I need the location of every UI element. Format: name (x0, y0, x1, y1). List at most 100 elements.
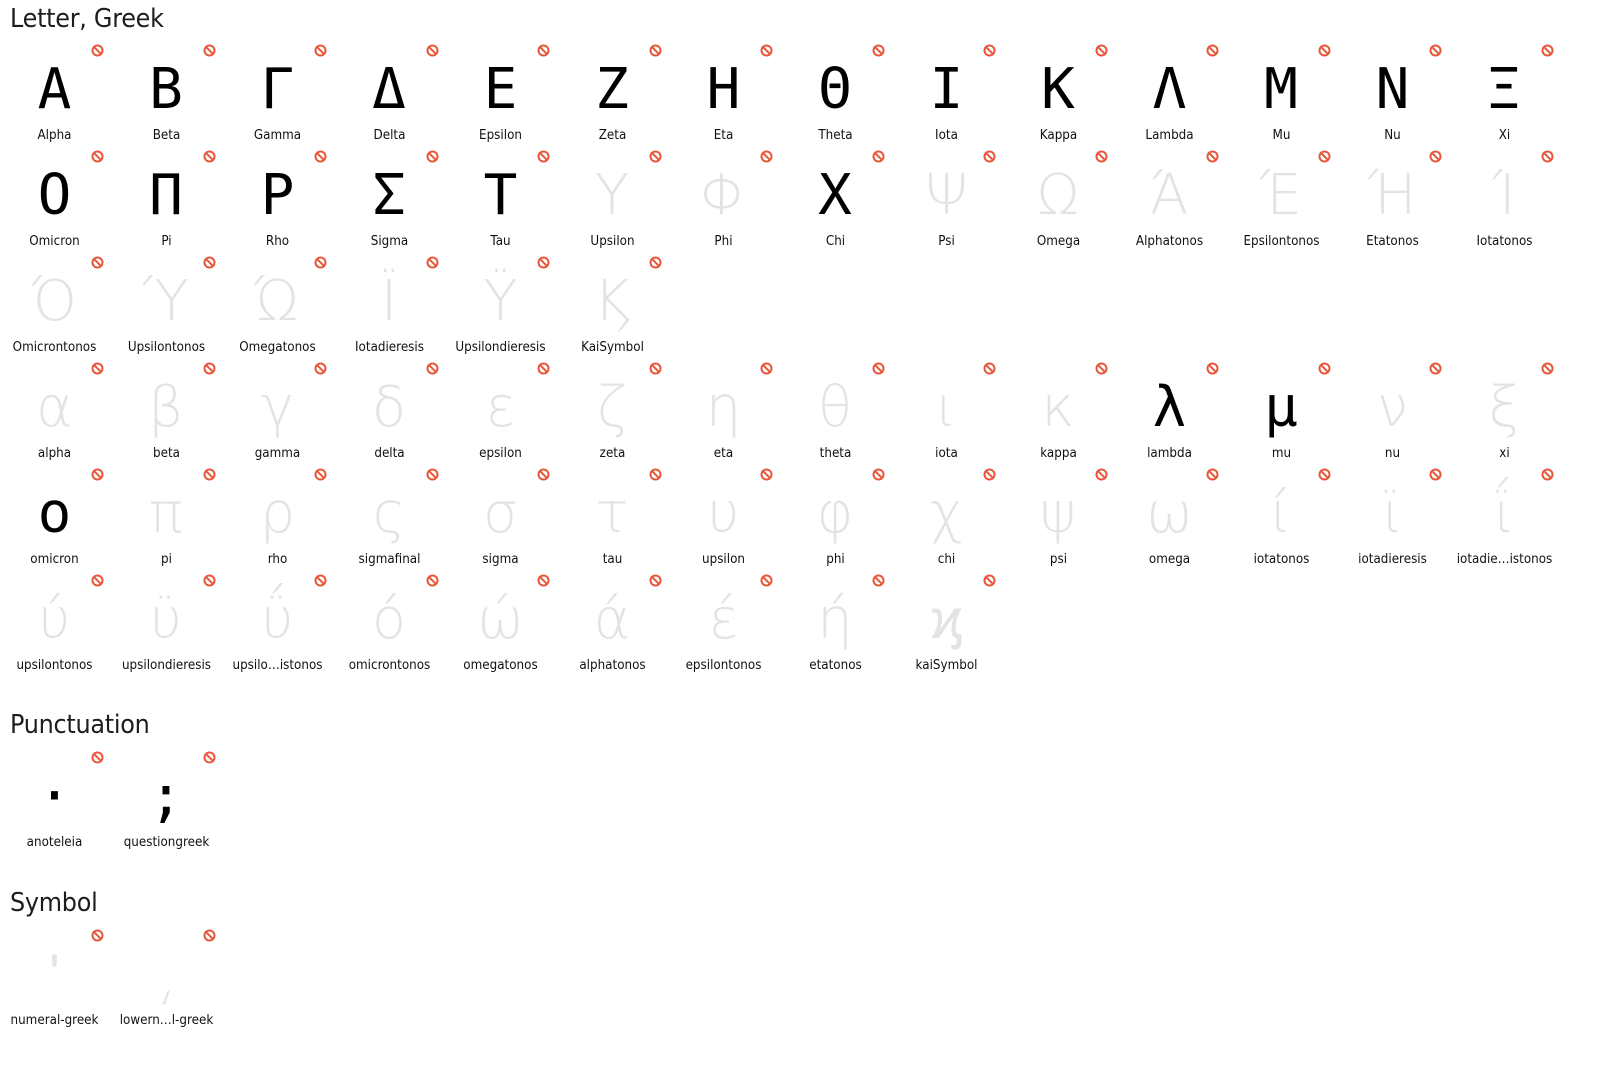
glyph-cell[interactable]: ψ psi (1004, 468, 1116, 574)
no-entry-icon[interactable] (1541, 468, 1554, 481)
no-entry-icon[interactable] (537, 362, 550, 375)
no-entry-icon[interactable] (760, 150, 773, 163)
glyph-cell[interactable]: ι iota (892, 362, 1004, 468)
glyph-cell[interactable]: Α Alpha (0, 44, 112, 150)
no-entry-icon[interactable] (649, 256, 662, 269)
glyph-cell[interactable]: ζ zeta (558, 362, 670, 468)
no-entry-icon[interactable] (314, 44, 327, 57)
glyph-cell[interactable]: ώ omegatonos (446, 574, 558, 680)
no-entry-icon[interactable] (537, 150, 550, 163)
glyph-cell[interactable]: ε epsilon (446, 362, 558, 468)
no-entry-icon[interactable] (760, 44, 773, 57)
glyph-cell[interactable]: ξ xi (1450, 362, 1562, 468)
no-entry-icon[interactable] (314, 150, 327, 163)
no-entry-icon[interactable] (983, 150, 996, 163)
glyph-cell[interactable]: Ε Epsilon (446, 44, 558, 150)
glyph-cell[interactable]: β beta (112, 362, 224, 468)
no-entry-icon[interactable] (537, 44, 550, 57)
no-entry-icon[interactable] (872, 150, 885, 163)
glyph-cell[interactable]: Ώ Omegatonos (223, 256, 335, 362)
glyph-cell[interactable]: Ξ Xi (1450, 44, 1562, 150)
glyph-cell[interactable]: ω omega (1115, 468, 1227, 574)
glyph-cell[interactable]: Θ Theta (781, 44, 893, 150)
glyph-cell[interactable]: Ή Etatonos (1338, 150, 1450, 256)
no-entry-icon[interactable] (1429, 468, 1442, 481)
glyph-cell[interactable]: Ψ Psi (892, 150, 1004, 256)
no-entry-icon[interactable] (91, 751, 104, 764)
glyph-cell[interactable]: θ theta (781, 362, 893, 468)
no-entry-icon[interactable] (1429, 150, 1442, 163)
no-entry-icon[interactable] (203, 574, 216, 587)
no-entry-icon[interactable] (1206, 44, 1219, 57)
glyph-cell[interactable]: κ kappa (1004, 362, 1116, 468)
no-entry-icon[interactable] (649, 362, 662, 375)
glyph-cell[interactable]: Ν Nu (1338, 44, 1450, 150)
no-entry-icon[interactable] (872, 362, 885, 375)
glyph-cell[interactable]: Χ Chi (781, 150, 893, 256)
no-entry-icon[interactable] (91, 150, 104, 163)
glyph-cell[interactable]: Ί Iotatonos (1450, 150, 1562, 256)
glyph-cell[interactable]: Ω Omega (1004, 150, 1116, 256)
no-entry-icon[interactable] (203, 150, 216, 163)
no-entry-icon[interactable] (426, 44, 439, 57)
glyph-cell[interactable]: Ζ Zeta (558, 44, 670, 150)
glyph-cell[interactable]: Ο Omicron (0, 150, 112, 256)
glyph-cell[interactable]: χ chi (892, 468, 1004, 574)
glyph-cell[interactable]: Ό Omicrontonos (0, 256, 112, 362)
glyph-cell[interactable]: ς sigmafinal (335, 468, 447, 574)
glyph-cell[interactable]: μ mu (1227, 362, 1339, 468)
no-entry-icon[interactable] (314, 574, 327, 587)
glyph-cell[interactable]: Η Eta (669, 44, 781, 150)
no-entry-icon[interactable] (91, 256, 104, 269)
glyph-cell[interactable]: γ gamma (223, 362, 335, 468)
no-entry-icon[interactable] (91, 574, 104, 587)
no-entry-icon[interactable] (983, 44, 996, 57)
glyph-cell[interactable]: ρ rho (223, 468, 335, 574)
no-entry-icon[interactable] (1541, 362, 1554, 375)
no-entry-icon[interactable] (314, 468, 327, 481)
no-entry-icon[interactable] (426, 256, 439, 269)
no-entry-icon[interactable] (649, 468, 662, 481)
glyph-cell[interactable]: α alpha (0, 362, 112, 468)
no-entry-icon[interactable] (983, 362, 996, 375)
no-entry-icon[interactable] (203, 256, 216, 269)
glyph-cell[interactable]: Ι Iota (892, 44, 1004, 150)
glyph-cell[interactable]: ό omicrontonos (335, 574, 447, 680)
glyph-cell[interactable]: Λ Lambda (1115, 44, 1227, 150)
glyph-cell[interactable]: ΰ upsilo…istonos (223, 574, 335, 680)
glyph-cell[interactable]: ϊ iotadieresis (1338, 468, 1450, 574)
no-entry-icon[interactable] (1095, 468, 1108, 481)
glyph-cell[interactable]: π pi (112, 468, 224, 574)
glyph-cell[interactable]: ί iotatonos (1227, 468, 1339, 574)
no-entry-icon[interactable] (1541, 150, 1554, 163)
glyph-cell[interactable]: Έ Epsilontonos (1227, 150, 1339, 256)
no-entry-icon[interactable] (872, 468, 885, 481)
glyph-cell[interactable]: ϋ upsilondieresis (112, 574, 224, 680)
no-entry-icon[interactable] (872, 44, 885, 57)
no-entry-icon[interactable] (1318, 468, 1331, 481)
no-entry-icon[interactable] (537, 468, 550, 481)
glyph-cell[interactable]: Τ Tau (446, 150, 558, 256)
no-entry-icon[interactable] (649, 150, 662, 163)
no-entry-icon[interactable] (203, 929, 216, 942)
no-entry-icon[interactable] (426, 150, 439, 163)
glyph-cell[interactable]: Φ Phi (669, 150, 781, 256)
no-entry-icon[interactable] (203, 468, 216, 481)
glyph-cell[interactable]: τ tau (558, 468, 670, 574)
no-entry-icon[interactable] (91, 362, 104, 375)
glyph-cell[interactable]: ν nu (1338, 362, 1450, 468)
glyph-cell[interactable]: Μ Mu (1227, 44, 1339, 150)
glyph-cell[interactable]: ή etatonos (781, 574, 893, 680)
glyph-cell[interactable]: Ϋ Upsilondieresis (446, 256, 558, 362)
glyph-cell[interactable]: η eta (669, 362, 781, 468)
no-entry-icon[interactable] (1095, 44, 1108, 57)
no-entry-icon[interactable] (314, 256, 327, 269)
no-entry-icon[interactable] (91, 44, 104, 57)
no-entry-icon[interactable] (1318, 362, 1331, 375)
no-entry-icon[interactable] (649, 574, 662, 587)
no-entry-icon[interactable] (314, 362, 327, 375)
no-entry-icon[interactable] (649, 44, 662, 57)
no-entry-icon[interactable] (203, 751, 216, 764)
glyph-cell[interactable]: ο omicron (0, 468, 112, 574)
glyph-cell[interactable]: ; questiongreek (112, 751, 224, 857)
